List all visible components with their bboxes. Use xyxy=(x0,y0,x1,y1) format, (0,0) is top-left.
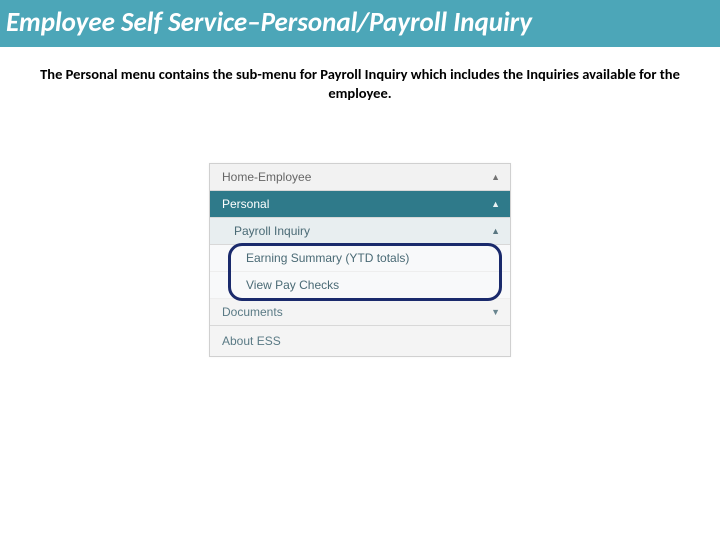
menu-item-personal[interactable]: Personal ▲ xyxy=(210,191,510,218)
menu-label: Personal xyxy=(222,197,269,211)
menu-label: Payroll Inquiry xyxy=(234,224,310,238)
menu-item-home-employee[interactable]: Home-Employee ▲ xyxy=(210,164,510,191)
menu-item-documents[interactable]: Documents ▼ xyxy=(210,299,510,326)
navigation-menu: Home-Employee ▲ Personal ▲ Payroll Inqui… xyxy=(209,163,511,357)
menu-label: Home-Employee xyxy=(222,170,311,184)
description-text: The Personal menu contains the sub-menu … xyxy=(40,65,680,103)
expand-down-icon: ▼ xyxy=(491,307,500,317)
page-title: Employee Self Service–Personal/Payroll I… xyxy=(0,0,720,47)
menu-label: Earning Summary (YTD totals) xyxy=(246,251,409,265)
menu-label: Documents xyxy=(222,305,283,319)
collapse-up-icon: ▲ xyxy=(491,226,500,236)
collapse-up-icon: ▲ xyxy=(491,199,500,209)
collapse-up-icon: ▲ xyxy=(491,172,500,182)
menu-label: View Pay Checks xyxy=(246,278,339,292)
menu-item-payroll-inquiry[interactable]: Payroll Inquiry ▲ xyxy=(210,218,510,245)
menu-item-about-ess[interactable]: About ESS xyxy=(210,326,510,356)
menu-item-earning-summary[interactable]: Earning Summary (YTD totals) xyxy=(210,245,510,272)
menu-label: About ESS xyxy=(222,334,281,348)
highlighted-submenu-group: Earning Summary (YTD totals) View Pay Ch… xyxy=(210,245,510,299)
menu-item-view-pay-checks[interactable]: View Pay Checks xyxy=(210,272,510,299)
